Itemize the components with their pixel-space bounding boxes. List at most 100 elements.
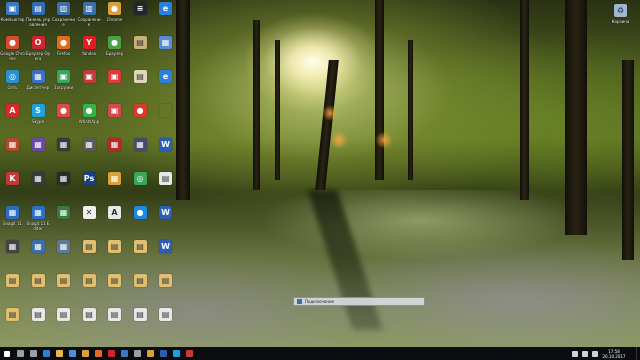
explorer-button[interactable]	[53, 347, 66, 360]
skype-button[interactable]	[170, 347, 183, 360]
desktop-shortcut[interactable]: ▤	[128, 238, 153, 272]
show-desktop-button[interactable]	[636, 347, 640, 360]
desktop-shortcut[interactable]: ≡	[128, 0, 153, 34]
language-icon[interactable]	[592, 350, 598, 357]
desktop-shortcut[interactable]: e	[153, 68, 178, 102]
network-icon[interactable]	[572, 350, 578, 357]
firefox-button[interactable]	[92, 347, 105, 360]
desktop-shortcut[interactable]: ▤	[26, 306, 51, 340]
desktop-shortcut[interactable]: Y Yandex	[77, 34, 102, 68]
desktop-shortcut[interactable]: ▤	[128, 306, 153, 340]
desktop-shortcut[interactable]: ▦	[51, 204, 76, 238]
skype-icon	[173, 350, 180, 357]
desktop-shortcut[interactable]: ▦	[51, 238, 76, 272]
shortcut-icon: ▤	[6, 308, 19, 321]
store-button[interactable]	[66, 347, 79, 360]
settings-button[interactable]	[131, 347, 144, 360]
mail-button[interactable]	[118, 347, 131, 360]
desktop-shortcut[interactable]: ▤ Панель управления	[26, 0, 51, 34]
desktop-shortcut[interactable]: ▤	[153, 306, 178, 340]
desktop-shortcut[interactable]: ▤	[0, 272, 25, 306]
volume-icon[interactable]	[582, 350, 588, 357]
desktop-shortcut[interactable]: ▤	[128, 272, 153, 306]
desktop-shortcut[interactable]: ● Браузер	[102, 34, 127, 68]
desktop-shortcut[interactable]: ●	[128, 102, 153, 136]
desktop-shortcut[interactable]: ▦	[102, 170, 127, 204]
desktop-shortcut[interactable]: ▣	[102, 68, 127, 102]
desktop-shortcut[interactable]: ▤	[77, 238, 102, 272]
desktop-shortcut[interactable]: ▤	[0, 306, 25, 340]
desktop-shortcut[interactable]: ▤	[128, 68, 153, 102]
media-button[interactable]	[144, 347, 157, 360]
desktop-shortcut[interactable]: ▦	[51, 136, 76, 170]
task-view-button[interactable]	[27, 347, 40, 360]
desktop-shortcut[interactable]: ▤	[51, 272, 76, 306]
desktop-shortcut[interactable]: ▦	[26, 136, 51, 170]
desktop-shortcut[interactable]: ▤	[77, 306, 102, 340]
desktop-shortcut[interactable]: ▦	[26, 238, 51, 272]
desktop-shortcut[interactable]: ▦	[0, 238, 25, 272]
desktop-shortcut[interactable]: ▦	[153, 34, 178, 68]
desktop-shortcut[interactable]: ● Google Chrome	[0, 34, 25, 68]
desktop-shortcut[interactable]: ● Chrome	[102, 0, 127, 34]
desktop-shortcut[interactable]: ▤	[26, 272, 51, 306]
desktop-shortcut[interactable]: ▦	[77, 136, 102, 170]
desktop-shortcut[interactable]: ▤	[51, 306, 76, 340]
desktop-shortcut[interactable]: ▤	[102, 306, 127, 340]
desktop-shortcut[interactable]: K	[0, 170, 25, 204]
desktop-shortcut[interactable]: ▤	[77, 272, 102, 306]
app-button[interactable]	[183, 347, 196, 360]
shortcut-icon: e	[159, 2, 172, 15]
desktop-shortcut[interactable]: ▣ Загрузки	[51, 68, 76, 102]
desktop-shortcut[interactable]: ▣	[102, 102, 127, 136]
recycle-bin-shortcut[interactable]: ♻ Корзина	[608, 2, 633, 36]
desktop-shortcut[interactable]: S Skype	[26, 102, 51, 136]
desktop-shortcut[interactable]: ▤	[153, 272, 178, 306]
word-button[interactable]	[157, 347, 170, 360]
desktop-shortcut[interactable]: ▦	[51, 170, 76, 204]
desktop-shortcut[interactable]: ▥ Сохранение	[51, 0, 76, 34]
desktop-shortcut[interactable]: ▤	[102, 238, 127, 272]
explorer-icon	[56, 350, 63, 357]
desktop-shortcut[interactable]: W	[153, 204, 178, 238]
desktop-shortcut[interactable]: W	[153, 136, 178, 170]
shortcut-icon: ▣	[57, 70, 70, 83]
desktop-shortcut[interactable]: ◎ Сеть	[0, 68, 25, 102]
desktop-shortcut[interactable]: ▦	[102, 136, 127, 170]
desktop-shortcut[interactable]: e	[153, 0, 178, 34]
start-button[interactable]	[0, 347, 14, 360]
desktop-shortcut[interactable]: W	[153, 238, 178, 272]
desktop-shortcut[interactable]: ▦	[128, 136, 153, 170]
desktop-shortcut[interactable]: A	[0, 102, 25, 136]
desktop-shortcut[interactable]: A	[102, 204, 127, 238]
desktop-shortcut[interactable]: ▦	[0, 136, 25, 170]
desktop-shortcut[interactable]: ▦ Диспетчер	[26, 68, 51, 102]
desktop-shortcut[interactable]: ▤	[102, 272, 127, 306]
chrome-button[interactable]	[79, 347, 92, 360]
desktop-shortcut[interactable]	[153, 102, 178, 136]
clock[interactable]: 17:58 26.10.2017	[600, 349, 628, 359]
connection-notification[interactable]: Подключение	[293, 297, 425, 306]
desktop-shortcut[interactable]: ▣ Компьютер	[0, 0, 25, 34]
desktop-shortcut[interactable]: O Браузер Opera	[26, 34, 51, 68]
shortcut-label: WhatsApp	[78, 119, 100, 124]
desktop-shortcut[interactable]: ▣	[77, 68, 102, 102]
search-button[interactable]	[14, 347, 27, 360]
desktop-shortcut[interactable]: ▤	[153, 170, 178, 204]
opera-button[interactable]	[105, 347, 118, 360]
desktop-shortcut[interactable]: Ps	[77, 170, 102, 204]
desktop-shortcut[interactable]: ▥ Сохранение	[77, 0, 102, 34]
shortcut-icon: ▣	[6, 2, 19, 15]
desktop-shortcut[interactable]: ◎	[128, 170, 153, 204]
desktop-shortcut[interactable]: ●	[51, 102, 76, 136]
desktop-shortcut[interactable]: ✕	[77, 204, 102, 238]
desktop-shortcut[interactable]: ● Firefox	[51, 34, 76, 68]
desktop-shortcut[interactable]: ▦ Snagit 11	[0, 204, 25, 238]
edge-button[interactable]	[40, 347, 53, 360]
desktop-shortcut[interactable]: ●	[128, 204, 153, 238]
desktop-shortcut[interactable]: ▦ Snagit 11 Editor	[26, 204, 51, 238]
desktop-shortcut[interactable]: ▤	[128, 34, 153, 68]
shortcut-icon: ▤	[159, 274, 172, 287]
desktop-shortcut[interactable]: ● WhatsApp	[77, 102, 102, 136]
desktop-shortcut[interactable]: ▦	[26, 170, 51, 204]
